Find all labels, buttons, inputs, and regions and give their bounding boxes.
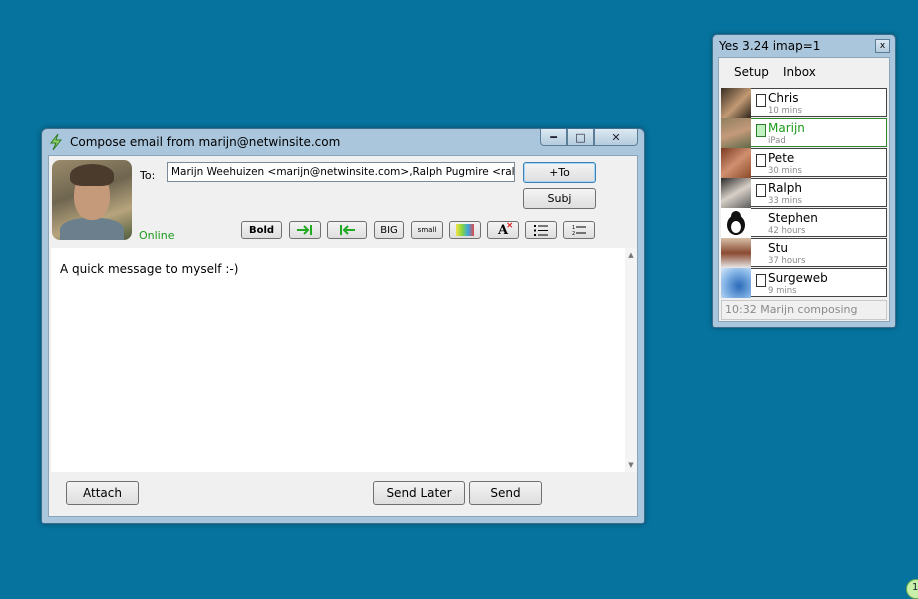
contact-row[interactable]: Pete 30 mins — [721, 148, 889, 178]
indent-icon — [297, 225, 312, 235]
maximize-button[interactable]: □ — [567, 129, 594, 146]
contact-row[interactable]: Marijn iPad — [721, 118, 889, 148]
presence-checkbox — [756, 184, 766, 197]
lightning-icon — [49, 133, 63, 151]
buddy-close-button[interactable]: x — [875, 39, 890, 53]
avatar — [721, 208, 751, 238]
contact-row[interactable]: Surgeweb 9 mins — [721, 268, 889, 298]
close-icon: ✕ — [611, 130, 621, 144]
contact-last-seen: 30 mins — [768, 166, 802, 176]
big-label: BIG — [380, 224, 398, 236]
svg-text:2: 2 — [572, 231, 575, 236]
avatar — [721, 148, 751, 178]
buddy-menu: Setup Inbox — [719, 58, 889, 88]
subject-button[interactable]: Subj — [523, 188, 596, 209]
bold-button[interactable]: Bold — [241, 221, 282, 239]
scroll-up-icon[interactable]: ▲ — [625, 251, 637, 259]
presence-checkbox — [756, 154, 766, 167]
contact-last-seen: 9 mins — [768, 286, 797, 296]
presence-status: Online — [139, 229, 175, 242]
contact-list: Chris 10 mins Marijn iPad Pete 30 mins R… — [721, 88, 889, 300]
presence-checkbox — [756, 94, 766, 107]
buddy-status-bar: 10:32 Marijn composing — [721, 300, 887, 320]
add-to-button[interactable]: +To — [523, 162, 596, 183]
editor-scrollbar[interactable]: ▲ ▼ — [625, 248, 637, 472]
menu-inbox[interactable]: Inbox — [783, 65, 816, 79]
compose-titlebar[interactable]: Compose email from marijn@netwinsite.com… — [42, 129, 644, 155]
contact-name: Pete — [768, 151, 795, 165]
to-input[interactable]: Marijn Weehuizen <marijn@netwinsite.com>… — [167, 162, 515, 182]
close-button[interactable]: ✕ — [594, 129, 638, 146]
contact-last-seen: iPad — [768, 136, 786, 146]
contact-name: Stu — [768, 241, 788, 255]
clear-format-button[interactable]: A ✕ — [487, 219, 519, 239]
avatar — [721, 178, 751, 208]
contact-row[interactable]: Ralph 33 mins — [721, 178, 889, 208]
minimize-icon: ━ — [550, 130, 557, 144]
contact-last-seen: 33 mins — [768, 196, 802, 206]
compose-title: Compose email from marijn@netwinsite.com — [70, 135, 341, 149]
bullet-list-button[interactable] — [525, 221, 557, 239]
send-button[interactable]: Send — [469, 481, 542, 505]
bold-label: Bold — [248, 224, 275, 236]
big-font-button[interactable]: BIG — [374, 221, 404, 239]
message-body[interactable]: A quick message to myself :-) — [51, 248, 625, 472]
clear-format-icon: A ✕ — [497, 219, 514, 238]
contact-row[interactable]: Stu 37 hours — [721, 238, 889, 268]
send-later-button[interactable]: Send Later — [373, 481, 465, 505]
scroll-down-icon[interactable]: ▼ — [625, 461, 637, 469]
avatar — [721, 268, 751, 298]
penguin-icon — [727, 211, 745, 235]
minimize-button[interactable]: ━ — [540, 129, 567, 146]
contact-name: Ralph — [768, 181, 802, 195]
outdent-button[interactable] — [327, 221, 367, 239]
buddy-window: Yes 3.24 imap=1 x Setup Inbox Chris 10 m… — [712, 34, 896, 328]
to-label: To: — [140, 169, 156, 182]
contact-last-seen: 37 hours — [768, 256, 806, 266]
contact-name: Chris — [768, 91, 799, 105]
contact-last-seen: 42 hours — [768, 226, 806, 236]
numbered-list-button[interactable]: 1 2 — [563, 221, 595, 239]
contact-name: Stephen — [768, 211, 818, 225]
menu-setup[interactable]: Setup — [734, 65, 769, 79]
buddy-client: Setup Inbox Chris 10 mins Marijn iPad Pe… — [718, 57, 890, 322]
indent-button[interactable] — [289, 221, 321, 239]
contact-last-seen: 10 mins — [768, 106, 802, 116]
outdent-icon — [340, 225, 355, 235]
color-button[interactable] — [449, 221, 481, 239]
avatar — [721, 238, 751, 268]
bullet-list-icon — [534, 224, 548, 236]
contact-name: Marijn — [768, 121, 805, 135]
numbered-list-icon: 1 2 — [572, 225, 586, 236]
contact-row[interactable]: Chris 10 mins — [721, 88, 889, 118]
avatar — [721, 88, 751, 118]
presence-checkbox — [756, 274, 766, 287]
small-font-button[interactable]: small — [411, 221, 443, 239]
attach-button[interactable]: Attach — [66, 481, 139, 505]
close-icon: x — [879, 41, 886, 51]
compose-client: Online To: Marijn Weehuizen <marijn@netw… — [48, 155, 638, 517]
compose-window: Compose email from marijn@netwinsite.com… — [41, 128, 645, 524]
contact-name: Surgeweb — [768, 271, 828, 285]
maximize-icon: □ — [575, 130, 586, 144]
buddy-title: Yes 3.24 imap=1 — [719, 39, 821, 53]
avatar — [721, 118, 751, 148]
color-palette-icon — [456, 224, 474, 236]
notification-badge[interactable]: 1 — [906, 579, 918, 599]
presence-checkbox — [756, 124, 766, 137]
small-label: small — [417, 226, 437, 234]
avatar — [52, 160, 132, 240]
contact-row[interactable]: Stephen 42 hours — [721, 208, 889, 238]
